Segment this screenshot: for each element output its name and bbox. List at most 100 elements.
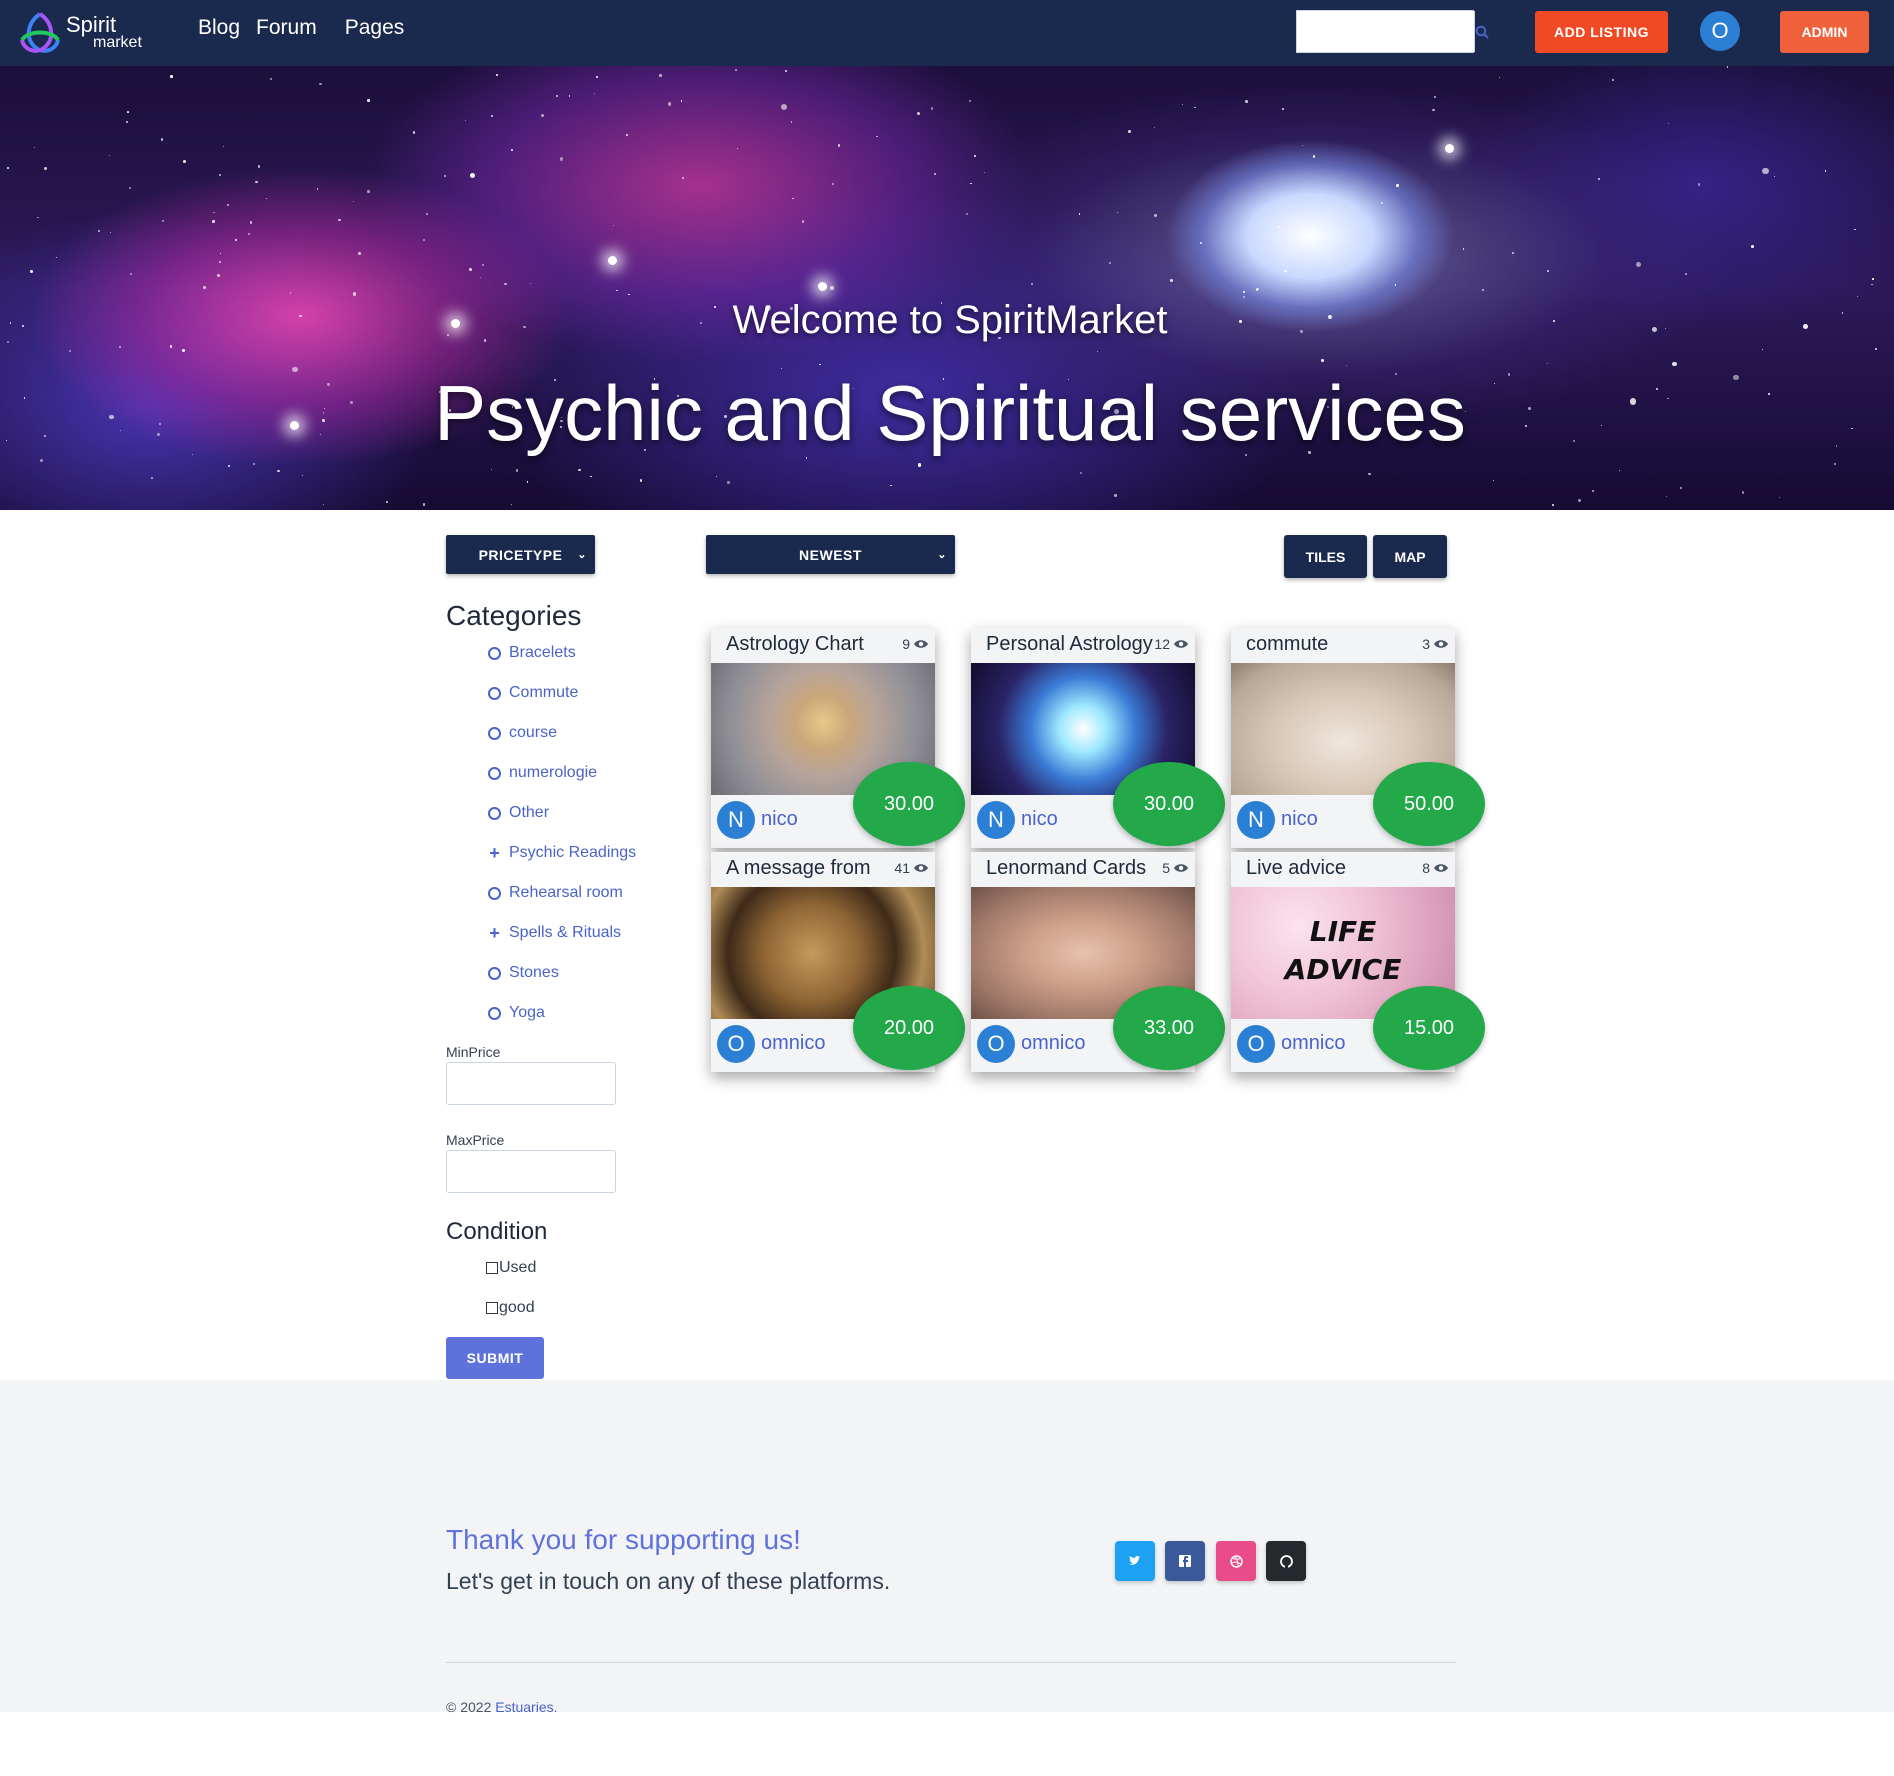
eye-icon bbox=[1174, 864, 1188, 872]
footer-text: Let's get in touch on any of these platf… bbox=[446, 1568, 891, 1594]
category-label: Other bbox=[509, 804, 550, 821]
star bbox=[790, 120, 793, 123]
star bbox=[317, 188, 319, 190]
nav-link-pages[interactable]: Pages bbox=[345, 16, 405, 40]
listing-title[interactable]: Astrology Chart bbox=[726, 633, 896, 656]
category-item[interactable]: Rehearsal room bbox=[488, 884, 623, 902]
search-button[interactable] bbox=[1474, 11, 1489, 52]
category-item[interactable]: + Spells & Rituals bbox=[488, 924, 621, 942]
star bbox=[1345, 365, 1347, 367]
search-input[interactable] bbox=[1297, 11, 1474, 52]
pricetype-dropdown[interactable]: PRICETYPE ⌄ bbox=[446, 535, 595, 574]
sort-dropdown[interactable]: NEWEST ⌄ bbox=[706, 535, 955, 574]
star bbox=[169, 75, 173, 78]
max-price-input[interactable] bbox=[446, 1150, 616, 1193]
listing-title[interactable]: Lenormand Cards bbox=[986, 857, 1156, 880]
listing-card[interactable]: Lenormand Cards 5 Oomnico 33.00 bbox=[971, 852, 1225, 1072]
seller-name[interactable]: omnico bbox=[1021, 1032, 1085, 1055]
star bbox=[1778, 496, 1780, 498]
category-item[interactable]: Stones bbox=[488, 964, 559, 982]
seller-name[interactable]: nico bbox=[1281, 808, 1318, 831]
image-caption: LIFE ADVICE bbox=[1231, 913, 1455, 989]
map-view-button[interactable]: MAP bbox=[1373, 535, 1447, 578]
category-item[interactable]: Bracelets bbox=[488, 644, 576, 662]
category-label: Psychic Readings bbox=[509, 844, 637, 861]
facebook-button[interactable] bbox=[1165, 1541, 1205, 1581]
star bbox=[1679, 486, 1682, 490]
category-item[interactable]: Other bbox=[488, 804, 549, 822]
seller-avatar[interactable]: N bbox=[977, 801, 1015, 839]
star bbox=[1872, 278, 1874, 280]
tiles-view-button[interactable]: TILES bbox=[1284, 535, 1367, 578]
star bbox=[1368, 472, 1371, 476]
admin-button[interactable]: ADMIN bbox=[1780, 11, 1869, 53]
dribbble-button[interactable] bbox=[1216, 1541, 1256, 1581]
star bbox=[1726, 66, 1728, 68]
category-item[interactable]: Yoga bbox=[488, 1004, 545, 1022]
listing-card[interactable]: Personal Astrology 12 Nnico 30.00 bbox=[971, 628, 1225, 848]
eye-icon bbox=[914, 864, 928, 872]
search-box bbox=[1296, 10, 1489, 53]
nav-link-blog[interactable]: Blog bbox=[198, 16, 240, 40]
seller-name[interactable]: omnico bbox=[1281, 1032, 1345, 1055]
github-button[interactable] bbox=[1266, 1541, 1306, 1581]
star bbox=[736, 147, 738, 149]
seller-name[interactable]: nico bbox=[761, 808, 798, 831]
min-price-input[interactable] bbox=[446, 1062, 616, 1105]
star bbox=[468, 268, 472, 272]
nav-link-forum[interactable]: Forum bbox=[256, 16, 317, 40]
star bbox=[337, 218, 341, 222]
star bbox=[34, 147, 36, 149]
star bbox=[1854, 229, 1856, 231]
view-count-value: 5 bbox=[1162, 860, 1170, 876]
star bbox=[1109, 261, 1112, 264]
seller-avatar[interactable]: N bbox=[1237, 801, 1275, 839]
star bbox=[608, 256, 617, 265]
star bbox=[161, 138, 164, 141]
star bbox=[1551, 504, 1554, 506]
listing-title[interactable]: A message from bbox=[726, 857, 896, 880]
condition-heading: Condition bbox=[446, 1218, 548, 1245]
star bbox=[1181, 104, 1183, 106]
logo-text-market[interactable]: market bbox=[93, 34, 142, 52]
company-link[interactable]: Estuaries. bbox=[495, 1699, 557, 1715]
twitter-button[interactable] bbox=[1115, 1541, 1155, 1581]
category-item[interactable]: + Psychic Readings bbox=[488, 844, 636, 862]
star bbox=[150, 477, 153, 479]
seller-avatar[interactable]: N bbox=[717, 801, 755, 839]
view-count-value: 3 bbox=[1422, 636, 1430, 652]
submit-button[interactable]: SUBMIT bbox=[446, 1337, 544, 1379]
listing-title[interactable]: commute bbox=[1246, 633, 1416, 656]
user-avatar[interactable]: O bbox=[1700, 11, 1740, 51]
seller-name[interactable]: omnico bbox=[761, 1032, 825, 1055]
listing-card[interactable]: Live advice 8 LIFE ADVICE Oomnico 15.00 bbox=[1231, 852, 1485, 1072]
condition-good-checkbox[interactable]: good bbox=[486, 1299, 535, 1317]
star bbox=[801, 220, 805, 223]
listing-title[interactable]: Live advice bbox=[1246, 857, 1416, 880]
star bbox=[162, 219, 165, 222]
listing-title[interactable]: Personal Astrology bbox=[986, 633, 1156, 656]
seller-avatar[interactable]: O bbox=[977, 1025, 1015, 1063]
add-listing-button[interactable]: ADD LISTING bbox=[1535, 11, 1668, 53]
view-count-value: 41 bbox=[894, 860, 910, 876]
star bbox=[352, 200, 355, 203]
category-item[interactable]: course bbox=[488, 724, 557, 742]
category-label: Rehearsal room bbox=[509, 884, 623, 901]
listing-card[interactable]: Astrology Chart 9 Nnico 30.00 bbox=[711, 628, 965, 848]
category-item[interactable]: numerologie bbox=[488, 764, 597, 782]
category-label: numerologie bbox=[509, 764, 598, 781]
category-item[interactable]: Commute bbox=[488, 684, 578, 702]
star bbox=[490, 114, 493, 117]
condition-used-checkbox[interactable]: Used bbox=[486, 1259, 536, 1277]
seller-avatar[interactable]: O bbox=[1237, 1025, 1275, 1063]
star bbox=[68, 349, 71, 353]
listing-card[interactable]: A message from 41 Oomnico 20.00 bbox=[711, 852, 965, 1072]
star bbox=[56, 257, 58, 259]
star bbox=[352, 292, 357, 297]
seller-name[interactable]: nico bbox=[1021, 808, 1058, 831]
listing-card[interactable]: commute 3 Nnico 50.00 bbox=[1231, 628, 1485, 848]
star bbox=[889, 484, 892, 487]
spirit-market-logo-icon[interactable] bbox=[14, 8, 66, 60]
facebook-icon bbox=[1179, 1555, 1191, 1567]
seller-avatar[interactable]: O bbox=[717, 1025, 755, 1063]
